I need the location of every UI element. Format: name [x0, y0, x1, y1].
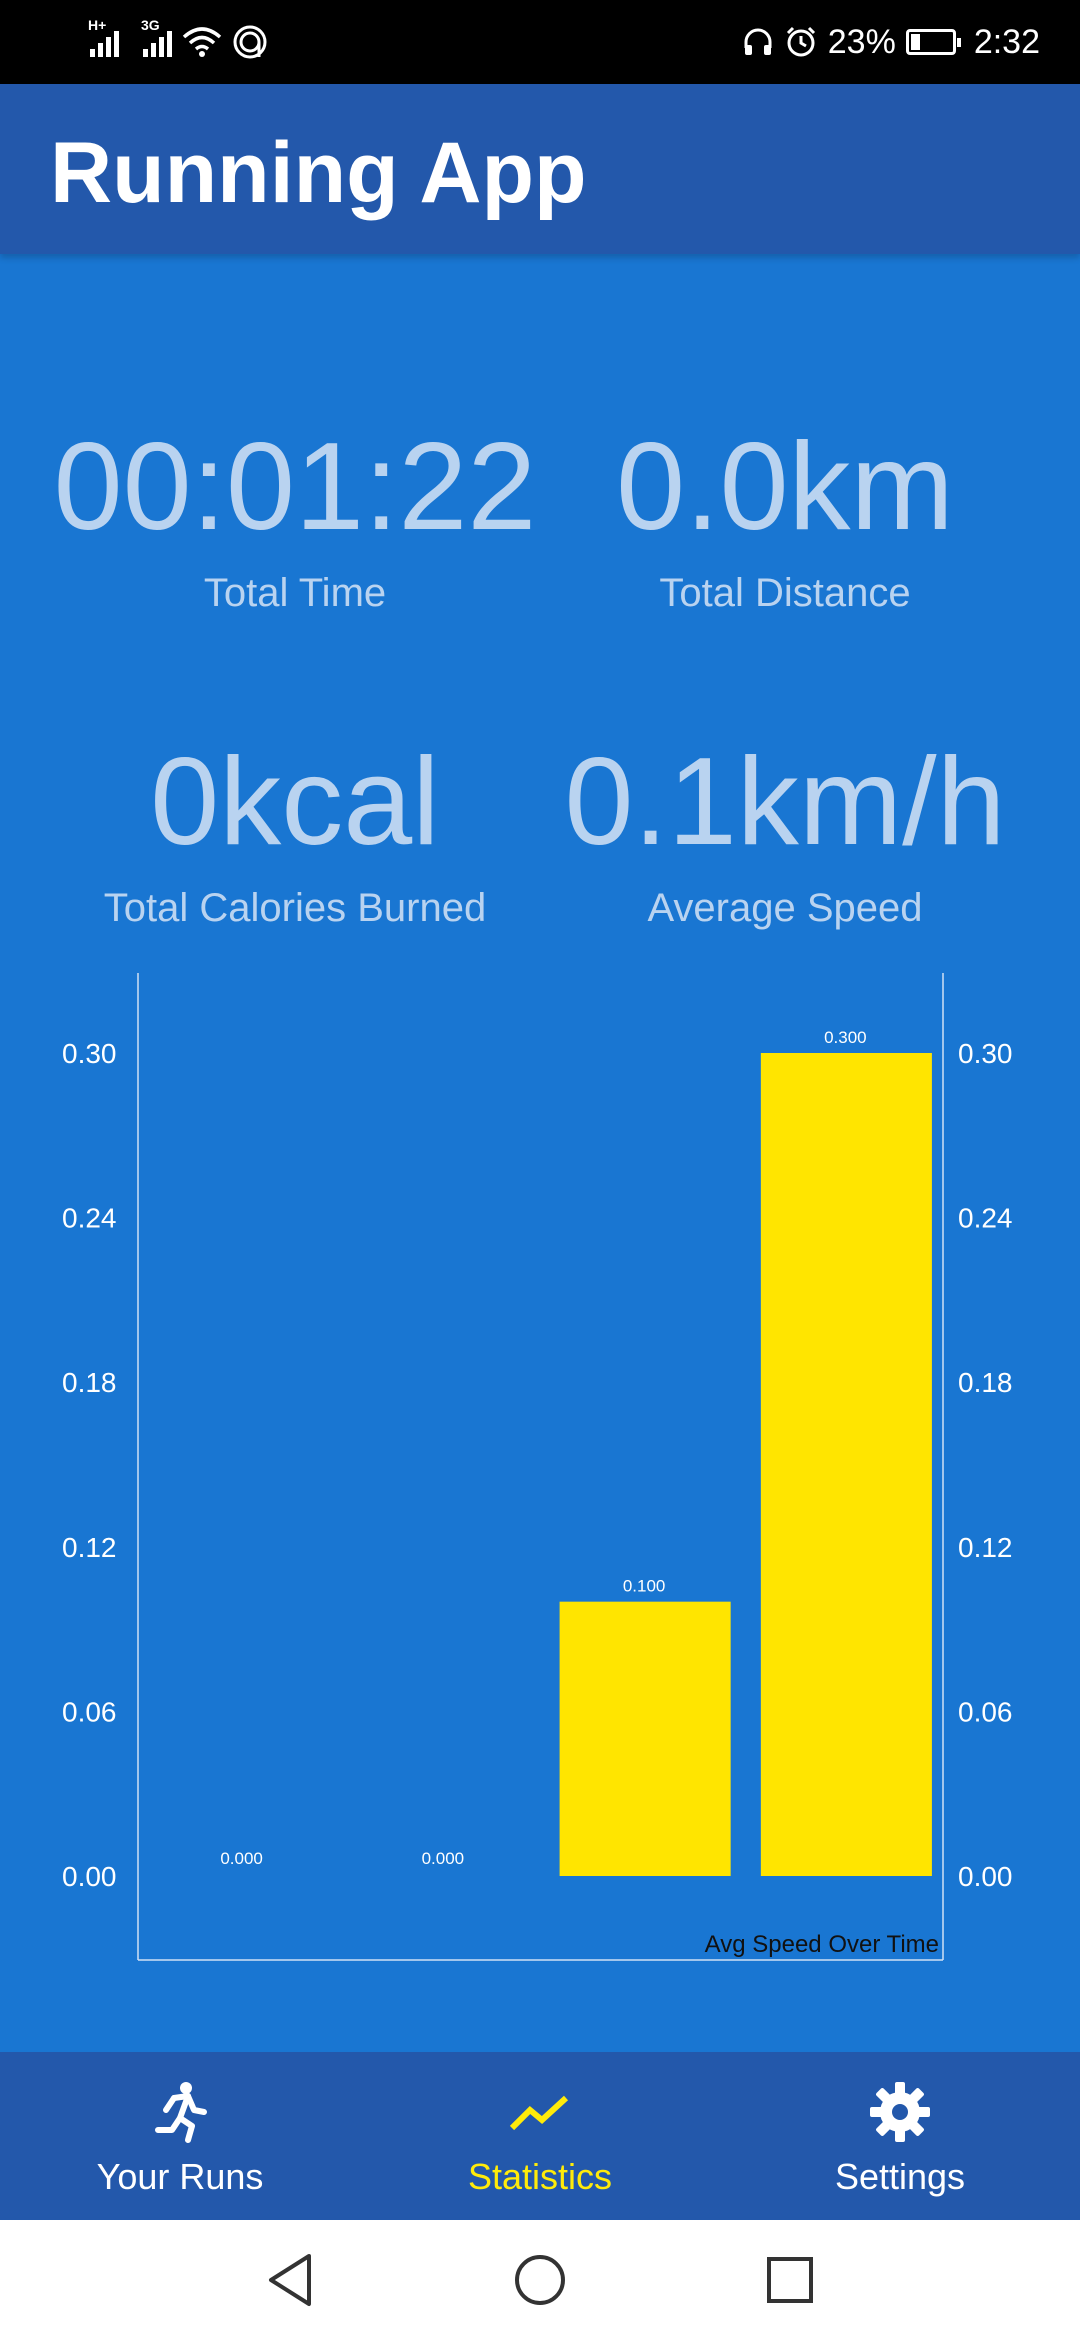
chart-bar — [760, 1053, 932, 1876]
total-time-stat: 00:01:22 Total Time — [40, 425, 550, 616]
status-left: H+ 3G — [88, 17, 268, 66]
bar-value-label: 0.000 — [422, 1849, 465, 1868]
total-calories-label: Total Calories Burned — [103, 886, 487, 930]
chart-bar — [559, 1601, 731, 1876]
y-tick-label-right: 0.00 — [958, 1861, 1013, 1892]
y-tick-label-right: 0.06 — [958, 1696, 1013, 1727]
total-distance-stat: 0.0km Total Distance — [560, 425, 1010, 616]
home-icon — [515, 2255, 565, 2305]
battery-percent: 23% — [827, 22, 896, 61]
nav-settings-label: Settings — [834, 2156, 966, 2197]
recents-icon — [767, 2257, 813, 2303]
total-calories-stat: 0kcal Total Calories Burned — [40, 740, 550, 931]
average-speed-value: 0.1km/h — [564, 733, 1006, 871]
runner-icon — [155, 2082, 207, 2143]
network-type-2: 3G — [141, 17, 160, 33]
notification-icon — [233, 25, 267, 59]
y-tick-label-left: 0.12 — [62, 1532, 117, 1563]
y-tick-label-left: 0.30 — [62, 1038, 117, 1069]
nav-your-runs[interactable]: Your Runs — [0, 2052, 360, 2220]
bar-chart-svg[interactable]: 0.00 0.00 0.06 0.06 0.12 0.12 0.18 0.18 0.24 0.24… — [0, 970, 1080, 1970]
signal-icon: H+ — [88, 17, 119, 57]
back-button[interactable] — [260, 2250, 320, 2310]
bottom-navigation: Your Runs Statistics Settings — [0, 2052, 1080, 2220]
bar-value-label: 0.300 — [824, 1028, 867, 1047]
clock: 2:32 — [973, 22, 1040, 61]
y-tick-label-right: 0.24 — [958, 1203, 1013, 1234]
nav-your-runs-label: Your Runs — [96, 2156, 264, 2197]
alarm-icon — [786, 26, 815, 57]
y-tick-label-right: 0.12 — [958, 1532, 1013, 1563]
back-icon — [269, 2254, 311, 2306]
avg-speed-chart[interactable]: 0.00 0.00 0.06 0.06 0.12 0.12 0.18 0.18 0.24 0.24… — [0, 970, 1080, 1970]
average-speed-stat: 0.1km/h Average Speed — [540, 740, 1030, 931]
trend-icon — [509, 2095, 569, 2131]
y-tick-label-left: 0.06 — [62, 1696, 117, 1727]
nav-statistics-label: Statistics — [467, 2156, 613, 2197]
home-button[interactable] — [510, 2250, 570, 2310]
y-tick-label-left: 0.24 — [62, 1203, 117, 1234]
signal-icon-2: 3G — [141, 17, 172, 57]
total-time-value: 00:01:22 — [53, 418, 537, 556]
y-tick-label-left: 0.18 — [62, 1367, 117, 1398]
bar-value-label: 0.100 — [623, 1577, 666, 1596]
total-calories-value: 0kcal — [150, 733, 440, 871]
total-distance-label: Total Distance — [659, 571, 911, 615]
gear-icon — [870, 2082, 930, 2142]
total-time-label: Total Time — [203, 571, 387, 615]
y-tick-label-right: 0.30 — [958, 1038, 1013, 1069]
status-bar: H+ 3G 23% 2:32 — [0, 0, 1080, 84]
recents-button[interactable] — [760, 2250, 820, 2310]
system-navigation — [0, 2220, 1080, 2340]
headphones-icon — [744, 28, 772, 55]
y-tick-label-right: 0.18 — [958, 1367, 1013, 1398]
total-distance-value: 0.0km — [616, 418, 954, 556]
app-title: Running App — [50, 125, 587, 221]
battery-icon — [905, 29, 961, 55]
nav-statistics[interactable]: Statistics — [360, 2052, 720, 2220]
y-tick-label-left: 0.00 — [62, 1861, 117, 1892]
app-bar: Running App — [0, 84, 1080, 254]
chart-description-label: Avg Speed Over Time — [705, 1931, 939, 1958]
nav-settings[interactable]: Settings — [720, 2052, 1080, 2220]
status-right: 23% 2:32 — [742, 18, 1040, 66]
average-speed-label: Average Speed — [647, 886, 923, 930]
network-type-1: H+ — [88, 17, 107, 33]
bar-value-label: 0.000 — [220, 1849, 263, 1868]
wifi-icon — [182, 27, 222, 57]
